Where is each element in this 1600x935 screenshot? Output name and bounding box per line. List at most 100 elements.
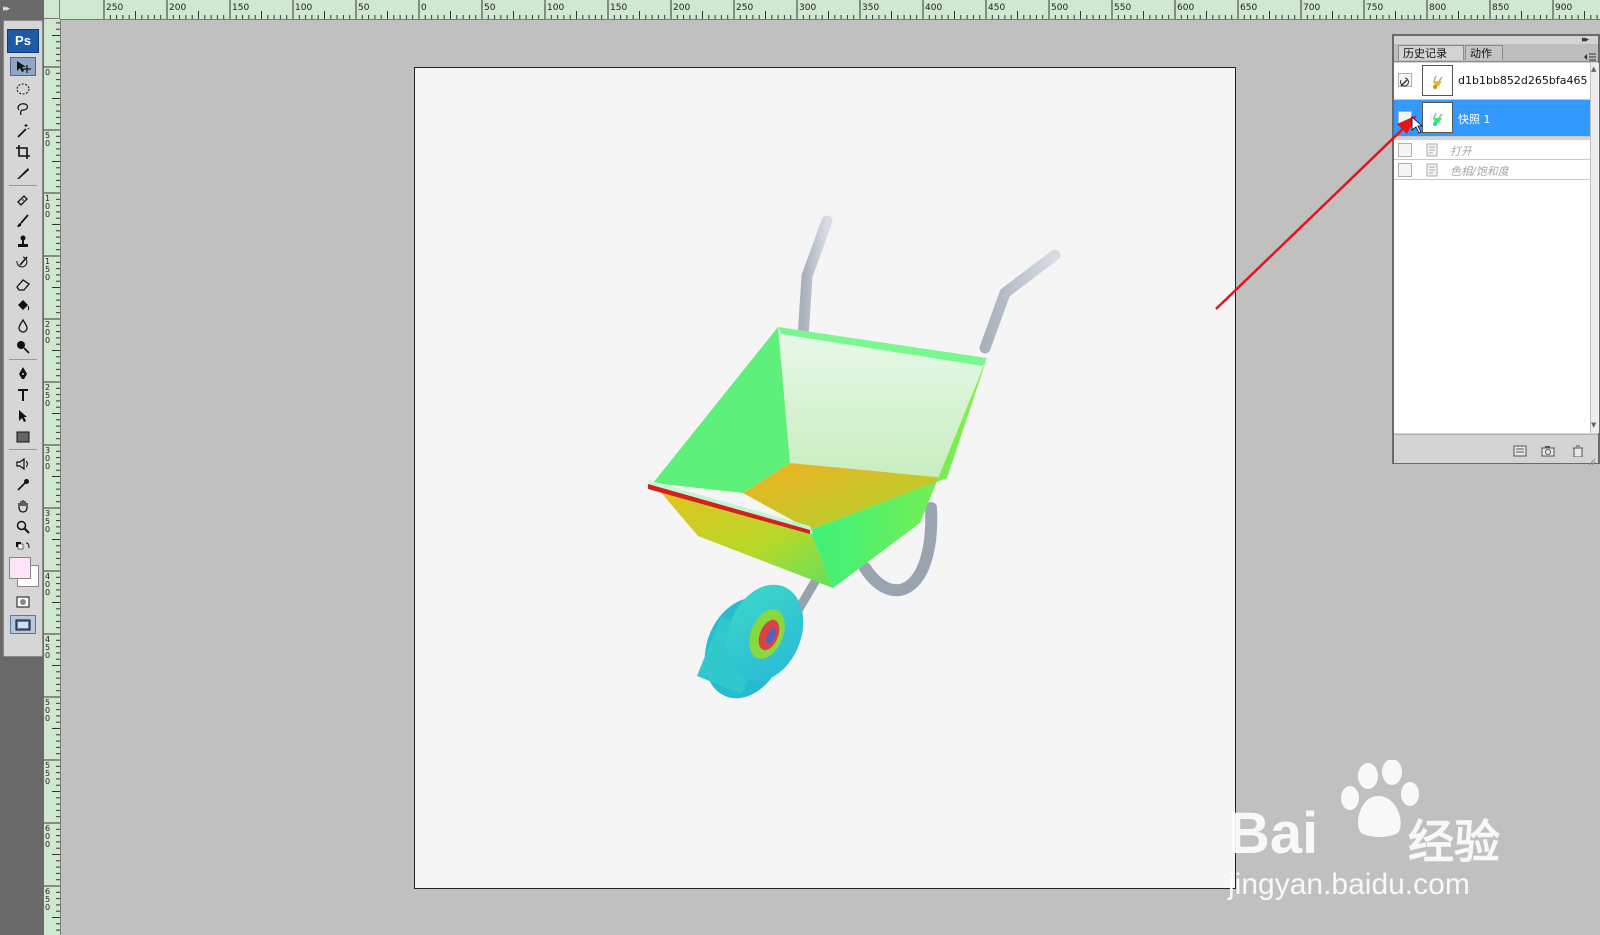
crop-tool-icon[interactable] bbox=[10, 142, 36, 161]
brush-tool-icon[interactable] bbox=[10, 211, 36, 230]
history-step-hue-saturation[interactable]: 色相/饱和度 bbox=[1394, 160, 1590, 180]
tools-panel: ▸▸ Ps bbox=[0, 0, 44, 935]
ruler-label: 750 bbox=[1366, 3, 1384, 13]
screen-mode-icon[interactable] bbox=[10, 615, 36, 634]
paint-bucket-icon[interactable] bbox=[10, 295, 36, 314]
ruler-label: 350 bbox=[45, 509, 51, 534]
tools-separator bbox=[9, 359, 37, 360]
ruler-label: 50 bbox=[484, 3, 496, 13]
ruler-label: 150 bbox=[610, 3, 628, 13]
snapshot-thumbnail bbox=[1422, 65, 1453, 96]
panel-menu-icon[interactable] bbox=[1584, 47, 1596, 61]
tools-separator bbox=[9, 449, 37, 450]
ruler-label: 250 bbox=[106, 3, 124, 13]
watermark-brand-suffix: 经验 bbox=[1408, 815, 1500, 869]
hand-tool-icon[interactable] bbox=[10, 496, 36, 515]
history-brush-source-checkbox[interactable] bbox=[1398, 111, 1412, 125]
healing-brush-icon[interactable] bbox=[10, 190, 36, 209]
history-state-icon bbox=[1426, 142, 1440, 157]
history-state-icon bbox=[1426, 162, 1440, 177]
ruler-label: 900 bbox=[1555, 3, 1573, 13]
path-selection-icon[interactable] bbox=[10, 406, 36, 425]
history-panel-body: ▸▸ 历史记录 × 动作 d1b1bb852d265bfa465... bbox=[1394, 35, 1599, 466]
ruler-label: 850 bbox=[1492, 3, 1510, 13]
ruler-label: 450 bbox=[988, 3, 1006, 13]
history-step-label: 色相/饱和度 bbox=[1450, 165, 1509, 178]
foreground-color-swatch[interactable] bbox=[9, 557, 31, 579]
vertical-ruler[interactable]: 0 50 100 150 200 250 300 350 400 450 500 550 600 650 bbox=[44, 19, 61, 935]
tab-history[interactable]: 历史记录 × bbox=[1398, 45, 1464, 75]
history-snapshot-source[interactable]: d1b1bb852d265bfa465... bbox=[1394, 63, 1590, 100]
scroll-up-icon[interactable]: ▲ bbox=[1591, 65, 1596, 73]
ruler-origin[interactable] bbox=[44, 0, 60, 19]
ruler-label: 100 bbox=[547, 3, 565, 13]
tools-separator bbox=[9, 185, 37, 186]
panel-resize-grip-icon[interactable] bbox=[1588, 451, 1596, 466]
ruler-label: 100 bbox=[295, 3, 313, 13]
history-scrollbar[interactable]: ▲ ▼ bbox=[1590, 63, 1599, 433]
slice-tool-icon[interactable] bbox=[10, 163, 36, 182]
ruler-label: 150 bbox=[45, 257, 51, 282]
scroll-down-icon[interactable]: ▼ bbox=[1591, 421, 1596, 429]
ruler-label: 400 bbox=[925, 3, 943, 13]
type-tool-icon[interactable] bbox=[10, 385, 36, 404]
delete-state-icon[interactable] bbox=[1571, 442, 1585, 458]
snapshot-label: 快照 1 bbox=[1458, 113, 1491, 126]
new-document-from-state-icon[interactable] bbox=[1513, 442, 1527, 457]
history-brush-source-checkbox[interactable] bbox=[1398, 163, 1412, 177]
ruler-label: 550 bbox=[45, 761, 51, 786]
tab-actions-label: 动作 bbox=[1470, 47, 1492, 60]
ruler-label: 650 bbox=[1240, 3, 1258, 13]
tools-panel-body: Ps bbox=[3, 20, 43, 657]
history-brush-source-checkbox[interactable] bbox=[1398, 143, 1412, 157]
ruler-label: 500 bbox=[45, 698, 51, 723]
ruler-label: 500 bbox=[1051, 3, 1069, 13]
pen-tool-icon[interactable] bbox=[10, 364, 36, 383]
ruler-label: 400 bbox=[45, 572, 51, 597]
ruler-label: 50 bbox=[358, 3, 370, 13]
ruler-label: 300 bbox=[45, 446, 51, 471]
ruler-label: 800 bbox=[1429, 3, 1447, 13]
dodge-tool-icon[interactable] bbox=[10, 337, 36, 356]
history-brush-source-icon[interactable] bbox=[1398, 73, 1412, 87]
history-step-open[interactable]: 打开 bbox=[1394, 140, 1590, 160]
document-canvas[interactable] bbox=[414, 67, 1236, 889]
tab-actions[interactable]: 动作 bbox=[1465, 45, 1503, 60]
move-tool-icon[interactable] bbox=[10, 57, 36, 76]
ruler-label: 50 bbox=[45, 131, 51, 148]
notes-tool-icon[interactable] bbox=[10, 454, 36, 473]
elliptical-marquee-icon[interactable] bbox=[10, 79, 36, 98]
ruler-label: 650 bbox=[45, 887, 51, 912]
history-list: d1b1bb852d265bfa465... 快照 1 打开 色相/饱和度 bbox=[1394, 63, 1590, 433]
tab-history-label: 历史记录 bbox=[1403, 47, 1447, 60]
ruler-label: 150 bbox=[232, 3, 250, 13]
snapshot-label: d1b1bb852d265bfa465... bbox=[1458, 74, 1588, 87]
ruler-label: 200 bbox=[673, 3, 691, 13]
history-brush-icon[interactable] bbox=[10, 253, 36, 272]
blur-tool-icon[interactable] bbox=[10, 316, 36, 335]
wheelbarrow-image bbox=[648, 215, 1061, 699]
ruler-label: 300 bbox=[799, 3, 817, 13]
horizontal-ruler[interactable]: 250 200 150 100 50 0 50 100 150 200 250 300 350 400 45… bbox=[60, 0, 1600, 20]
rectangle-tool-icon[interactable] bbox=[10, 427, 36, 446]
zoom-tool-icon[interactable] bbox=[10, 517, 36, 536]
quick-mask-icon[interactable] bbox=[10, 592, 36, 611]
ruler-label: 200 bbox=[169, 3, 187, 13]
snapshot-thumbnail bbox=[1422, 102, 1453, 133]
ruler-label: 100 bbox=[45, 194, 51, 219]
new-snapshot-icon[interactable] bbox=[1541, 442, 1555, 457]
ruler-label: 250 bbox=[45, 383, 51, 408]
clone-stamp-icon[interactable] bbox=[10, 232, 36, 251]
history-panel-footer bbox=[1394, 434, 1598, 466]
magic-wand-icon[interactable] bbox=[10, 121, 36, 140]
eyedropper-icon[interactable] bbox=[10, 475, 36, 494]
ruler-label: 350 bbox=[862, 3, 880, 13]
default-colors-icon[interactable] bbox=[10, 539, 36, 553]
lasso-tool-icon[interactable] bbox=[10, 99, 36, 118]
ruler-label: 600 bbox=[45, 824, 51, 849]
history-snapshot-1[interactable]: 快照 1 bbox=[1394, 100, 1590, 137]
ruler-label: 200 bbox=[45, 320, 51, 345]
tools-panel-grip[interactable]: ▸▸ bbox=[3, 4, 41, 16]
history-step-label: 打开 bbox=[1450, 145, 1472, 158]
eraser-tool-icon[interactable] bbox=[10, 274, 36, 293]
